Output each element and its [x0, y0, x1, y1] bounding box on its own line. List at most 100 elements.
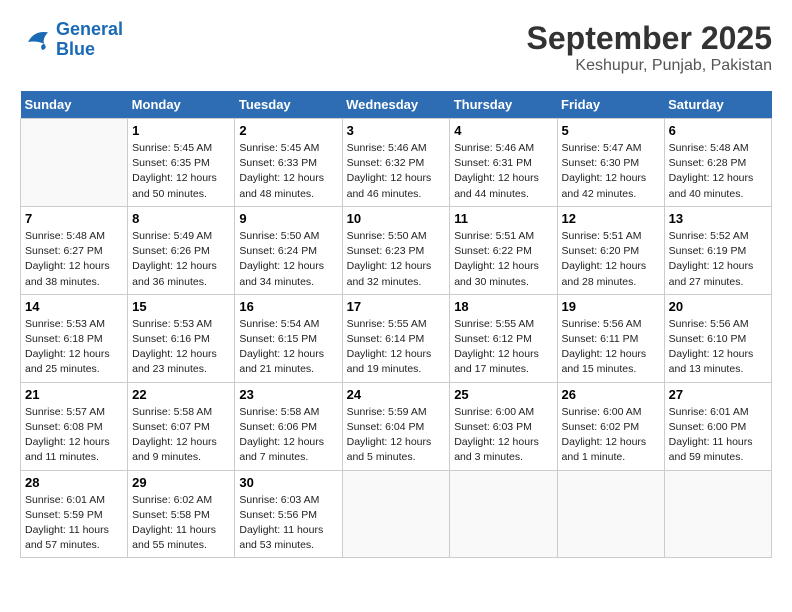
day-cell: 3Sunrise: 5:46 AMSunset: 6:32 PMDaylight… [342, 119, 450, 207]
day-info: Sunrise: 6:00 AMSunset: 6:03 PMDaylight:… [454, 405, 552, 466]
logo-line2: Blue [56, 39, 95, 59]
day-cell: 11Sunrise: 5:51 AMSunset: 6:22 PMDayligh… [450, 206, 557, 294]
day-cell: 16 Sunrise: 5:54 AMSunset: 6:15 PMDayligh… [235, 294, 342, 382]
day-info: Sunrise: 5:47 AMSunset: 6:30 PMDaylight:… [562, 141, 660, 202]
day-number: 8 [132, 211, 230, 226]
day-info: Sunrise: 5:56 AMSunset: 6:11 PMDaylight:… [562, 317, 660, 378]
day-cell: 4 Sunrise: 5:46 AMSunset: 6:31 PMDaylight… [450, 119, 557, 207]
day-number: 24 [347, 387, 446, 402]
day-number: 7 [25, 211, 123, 226]
day-cell: 1Sunrise: 5:45 AMSunset: 6:35 PMDaylight… [128, 119, 235, 207]
header-day-saturday: Saturday [664, 91, 771, 119]
day-number: 10 [347, 211, 446, 226]
page-subtitle: Keshupur, Punjab, Pakistan [527, 57, 772, 75]
day-cell: 29 Sunrise: 6:02 AMSunset: 5:58 PMDayligh… [128, 470, 235, 558]
day-cell: 5 Sunrise: 5:47 AMSunset: 6:30 PMDaylight… [557, 119, 664, 207]
day-number: 27 [669, 387, 767, 402]
day-cell: 22Sunrise: 5:58 AMSunset: 6:07 PMDayligh… [128, 382, 235, 470]
day-cell [557, 470, 664, 558]
header-day-sunday: Sunday [21, 91, 128, 119]
day-number: 14 [25, 299, 123, 314]
day-number: 28 [25, 475, 123, 490]
day-cell [342, 470, 450, 558]
day-number: 29 [132, 475, 230, 490]
day-cell: 15Sunrise: 5:53 AMSunset: 6:16 PMDayligh… [128, 294, 235, 382]
day-info: Sunrise: 5:58 AMSunset: 6:06 PMDaylight:… [239, 405, 337, 466]
day-cell: 19 Sunrise: 5:56 AMSunset: 6:11 PMDayligh… [557, 294, 664, 382]
day-info: Sunrise: 5:52 AMSunset: 6:19 PMDaylight:… [669, 229, 767, 290]
day-number: 20 [669, 299, 767, 314]
week-row-2: 7 Sunrise: 5:48 AMSunset: 6:27 PMDaylight… [21, 206, 772, 294]
logo-text: General Blue [56, 20, 123, 60]
day-cell: 21 Sunrise: 5:57 AMSunset: 6:08 PMDayligh… [21, 382, 128, 470]
day-cell: 2 Sunrise: 5:45 AMSunset: 6:33 PMDaylight… [235, 119, 342, 207]
day-number: 13 [669, 211, 767, 226]
day-info: Sunrise: 5:53 AMSunset: 6:18 PMDaylight:… [25, 317, 123, 378]
day-number: 5 [562, 123, 660, 138]
day-info: Sunrise: 5:57 AMSunset: 6:08 PMDaylight:… [25, 405, 123, 466]
day-info: Sunrise: 6:01 AMSunset: 6:00 PMDaylight:… [669, 405, 767, 466]
day-info: Sunrise: 6:02 AMSunset: 5:58 PMDaylight:… [132, 493, 230, 554]
day-info: Sunrise: 5:46 AMSunset: 6:31 PMDaylight:… [454, 141, 552, 202]
day-info: Sunrise: 5:45 AMSunset: 6:33 PMDaylight:… [239, 141, 337, 202]
day-info: Sunrise: 6:00 AMSunset: 6:02 PMDaylight:… [562, 405, 660, 466]
week-row-1: 1Sunrise: 5:45 AMSunset: 6:35 PMDaylight… [21, 119, 772, 207]
day-cell [450, 470, 557, 558]
day-number: 12 [562, 211, 660, 226]
day-cell: 26 Sunrise: 6:00 AMSunset: 6:02 PMDayligh… [557, 382, 664, 470]
day-number: 21 [25, 387, 123, 402]
calendar-table: SundayMondayTuesdayWednesdayThursdayFrid… [20, 91, 772, 558]
day-info: Sunrise: 5:54 AMSunset: 6:15 PMDaylight:… [239, 317, 337, 378]
day-cell: 10Sunrise: 5:50 AMSunset: 6:23 PMDayligh… [342, 206, 450, 294]
week-row-5: 28 Sunrise: 6:01 AMSunset: 5:59 PMDayligh… [21, 470, 772, 558]
day-number: 1 [132, 123, 230, 138]
day-info: Sunrise: 5:51 AMSunset: 6:22 PMDaylight:… [454, 229, 552, 290]
day-number: 18 [454, 299, 552, 314]
day-cell [21, 119, 128, 207]
day-cell: 8Sunrise: 5:49 AMSunset: 6:26 PMDaylight… [128, 206, 235, 294]
day-number: 2 [239, 123, 337, 138]
day-info: Sunrise: 5:46 AMSunset: 6:32 PMDaylight:… [347, 141, 446, 202]
logo: General Blue [20, 20, 123, 60]
day-cell: 27 Sunrise: 6:01 AMSunset: 6:00 PMDayligh… [664, 382, 771, 470]
day-info: Sunrise: 5:48 AMSunset: 6:28 PMDaylight:… [669, 141, 767, 202]
day-number: 9 [239, 211, 337, 226]
day-info: Sunrise: 5:59 AMSunset: 6:04 PMDaylight:… [347, 405, 446, 466]
day-number: 26 [562, 387, 660, 402]
page-title: September 2025 [527, 20, 772, 57]
header-day-friday: Friday [557, 91, 664, 119]
logo-line1: General [56, 19, 123, 39]
day-info: Sunrise: 6:03 AMSunset: 5:56 PMDaylight:… [239, 493, 337, 554]
day-cell: 24 Sunrise: 5:59 AMSunset: 6:04 PMDayligh… [342, 382, 450, 470]
header-day-wednesday: Wednesday [342, 91, 450, 119]
day-number: 22 [132, 387, 230, 402]
day-info: Sunrise: 5:48 AMSunset: 6:27 PMDaylight:… [25, 229, 123, 290]
day-cell: 17Sunrise: 5:55 AMSunset: 6:14 PMDayligh… [342, 294, 450, 382]
header-day-monday: Monday [128, 91, 235, 119]
day-number: 16 [239, 299, 337, 314]
day-info: Sunrise: 6:01 AMSunset: 5:59 PMDaylight:… [25, 493, 123, 554]
day-cell: 20Sunrise: 5:56 AMSunset: 6:10 PMDayligh… [664, 294, 771, 382]
day-cell: 25Sunrise: 6:00 AMSunset: 6:03 PMDayligh… [450, 382, 557, 470]
day-cell [664, 470, 771, 558]
week-row-3: 14 Sunrise: 5:53 AMSunset: 6:18 PMDayligh… [21, 294, 772, 382]
day-number: 19 [562, 299, 660, 314]
day-number: 4 [454, 123, 552, 138]
week-row-4: 21 Sunrise: 5:57 AMSunset: 6:08 PMDayligh… [21, 382, 772, 470]
logo-icon [20, 26, 52, 54]
page-header: General Blue September 2025 Keshupur, Pu… [20, 20, 772, 75]
day-cell: 12 Sunrise: 5:51 AMSunset: 6:20 PMDayligh… [557, 206, 664, 294]
day-cell: 14 Sunrise: 5:53 AMSunset: 6:18 PMDayligh… [21, 294, 128, 382]
title-block: September 2025 Keshupur, Punjab, Pakista… [527, 20, 772, 75]
header-day-thursday: Thursday [450, 91, 557, 119]
day-info: Sunrise: 5:53 AMSunset: 6:16 PMDaylight:… [132, 317, 230, 378]
day-number: 30 [239, 475, 337, 490]
day-cell: 23Sunrise: 5:58 AMSunset: 6:06 PMDayligh… [235, 382, 342, 470]
day-cell: 6 Sunrise: 5:48 AMSunset: 6:28 PMDaylight… [664, 119, 771, 207]
day-cell: 9Sunrise: 5:50 AMSunset: 6:24 PMDaylight… [235, 206, 342, 294]
calendar-header: SundayMondayTuesdayWednesdayThursdayFrid… [21, 91, 772, 119]
day-cell: 13 Sunrise: 5:52 AMSunset: 6:19 PMDayligh… [664, 206, 771, 294]
day-info: Sunrise: 5:51 AMSunset: 6:20 PMDaylight:… [562, 229, 660, 290]
day-number: 6 [669, 123, 767, 138]
calendar-body: 1Sunrise: 5:45 AMSunset: 6:35 PMDaylight… [21, 119, 772, 558]
